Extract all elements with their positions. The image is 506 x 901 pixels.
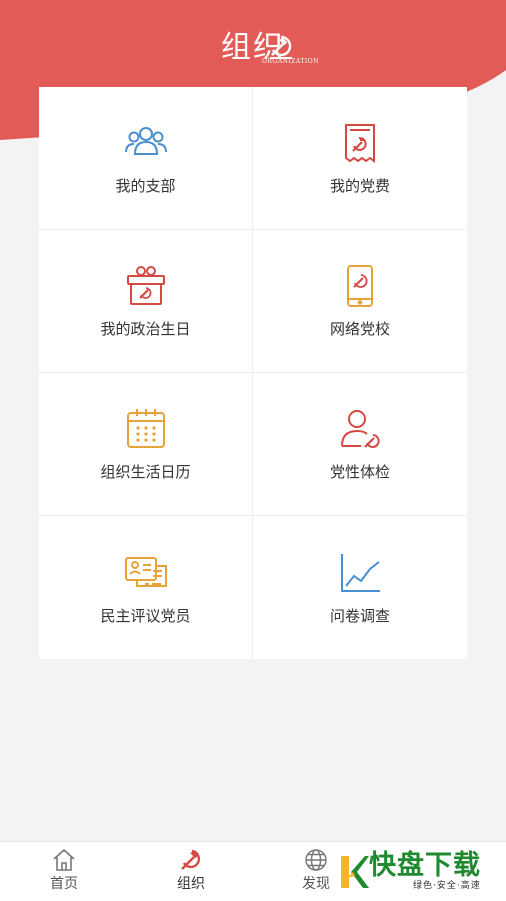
chart-trend-icon bbox=[341, 553, 380, 592]
logo-subtitle: ORGANIZATION bbox=[262, 58, 319, 65]
menu-org-life-calendar[interactable]: 组织生活日历 bbox=[39, 373, 253, 516]
menu-label: 问卷调查 bbox=[329, 606, 390, 625]
menu-label: 我的党费 bbox=[329, 177, 390, 195]
gift-icon bbox=[126, 266, 165, 305]
menu-label: 民主评议党员 bbox=[100, 606, 191, 625]
menu-questionnaire[interactable]: 问卷调查 bbox=[253, 516, 467, 659]
party-fee-receipt-icon bbox=[345, 124, 375, 163]
party-emblem-icon bbox=[181, 849, 201, 870]
menu-my-party-fee[interactable]: 我的党费 bbox=[253, 87, 467, 230]
menu-label: 组织生活日历 bbox=[100, 463, 191, 481]
globe-icon bbox=[305, 849, 327, 871]
header-logo: 组织 ORGANIZATION bbox=[0, 30, 506, 66]
watermark-badge: 快盘下载 绿色·安全·高速 bbox=[335, 850, 506, 898]
menu-political-birthday[interactable]: 我的政治生日 bbox=[39, 230, 253, 373]
tab-home[interactable]: 首页 bbox=[14, 842, 114, 901]
logo-title: 组织 bbox=[221, 30, 285, 65]
review-card-icon bbox=[124, 556, 167, 587]
menu-party-checkup[interactable]: 党性体检 bbox=[253, 373, 467, 516]
brand-k-logo-icon bbox=[341, 856, 369, 888]
watermark-brand: 快盘下载 bbox=[369, 850, 481, 881]
tab-organization[interactable]: 组织 bbox=[141, 842, 241, 901]
calendar-icon bbox=[126, 409, 165, 448]
watermark-tagline: 绿色·安全·高速 bbox=[413, 881, 481, 891]
tab-label: 组织 bbox=[177, 876, 205, 892]
party-emblem-icon bbox=[270, 35, 292, 59]
menu-label: 我的支部 bbox=[115, 177, 176, 195]
menu-label: 网络党校 bbox=[329, 320, 390, 338]
menu-democratic-review[interactable]: 民主评议党员 bbox=[39, 516, 253, 659]
home-icon bbox=[53, 848, 75, 871]
person-checkup-icon bbox=[341, 410, 380, 448]
menu-label: 党性体检 bbox=[329, 463, 390, 481]
people-group-icon bbox=[124, 127, 167, 155]
organization-menu-grid: 我的支部 我的党费 我的政治生日 网络党校 组织生活日历 党性体检 民主评议党员… bbox=[39, 87, 467, 659]
menu-my-branch[interactable]: 我的支部 bbox=[39, 87, 253, 230]
phone-school-icon bbox=[347, 265, 373, 307]
menu-label: 我的政治生日 bbox=[100, 320, 191, 338]
menu-online-party-school[interactable]: 网络党校 bbox=[253, 230, 467, 373]
tab-label: 首页 bbox=[50, 876, 78, 892]
